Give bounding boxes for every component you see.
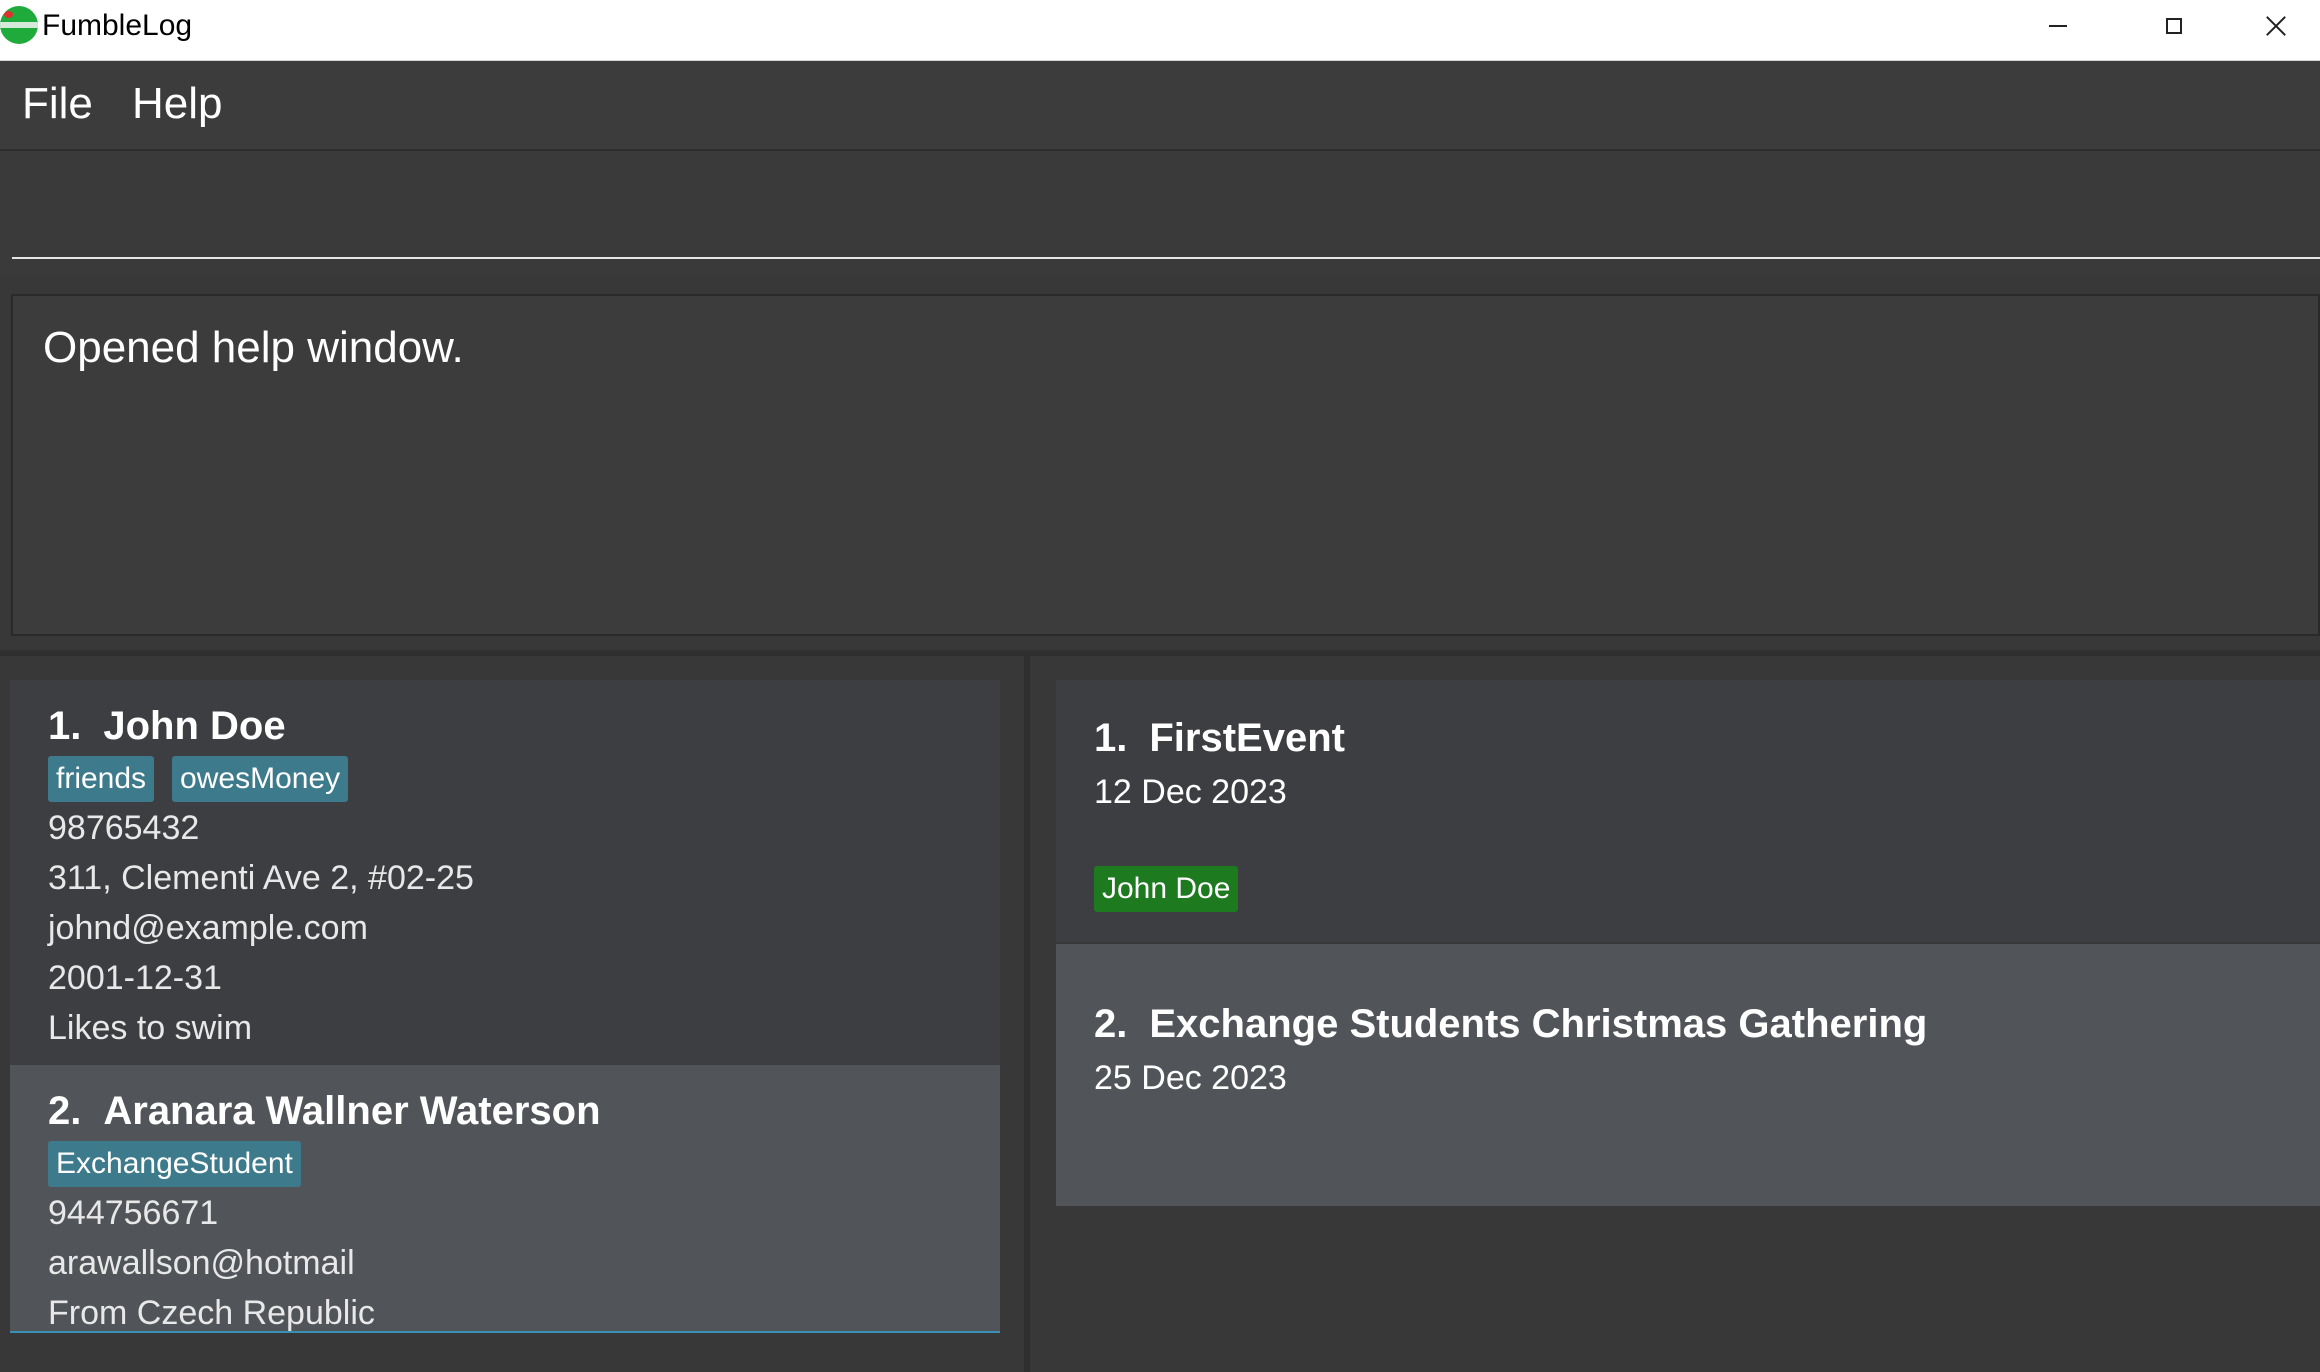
tag-friends: friends xyxy=(48,756,155,802)
person-tags: ExchangeStudent xyxy=(48,1141,301,1187)
person-list-panel[interactable]: 1. John Doe friends owesMoney 98765432 31… xyxy=(10,680,1000,1372)
person-name-text: Aranara Wallner Waterson xyxy=(103,1089,601,1133)
tag-exchange-student: ExchangeStudent xyxy=(48,1141,301,1187)
maximize-button[interactable] xyxy=(2116,0,2232,52)
person-remark: From Czech Republic xyxy=(48,1294,375,1332)
person-index: 1. xyxy=(48,704,82,748)
event-name-text: FirstEvent xyxy=(1149,716,1345,760)
person-card-selected[interactable]: 2. Aranara Wallner Waterson ExchangeStude… xyxy=(10,1065,1000,1333)
result-message: Opened help window. xyxy=(43,323,464,372)
tag-owes-money: owesMoney xyxy=(172,756,349,802)
event-card[interactable]: 2. Exchange Students Christmas Gathering … xyxy=(1056,944,2320,1206)
event-name-text: Exchange Students Christmas Gathering xyxy=(1149,1002,1928,1046)
event-persons: John Doe xyxy=(1094,866,1239,912)
horizontal-divider[interactable] xyxy=(0,650,2320,656)
menu-help[interactable]: Help xyxy=(132,79,223,129)
event-card[interactable]: 1. FirstEvent 12 Dec 2023 John Doe xyxy=(1056,680,2320,942)
command-box-container xyxy=(0,151,2320,277)
person-email: johnd@example.com xyxy=(48,909,368,947)
event-date: 25 Dec 2023 xyxy=(1094,1059,1287,1097)
person-address: 311, Clementi Ave 2, #02-25 xyxy=(48,859,474,897)
app-logo-icon xyxy=(0,6,38,44)
event-name: 2. Exchange Students Christmas Gathering xyxy=(1094,1000,1927,1048)
event-person-tag: John Doe xyxy=(1094,866,1239,912)
event-name: 1. FirstEvent xyxy=(1094,714,1345,762)
event-list-panel[interactable]: 1. FirstEvent 12 Dec 2023 John Doe 2. Exch… xyxy=(1056,680,2320,1372)
person-email: arawallson@hotmail xyxy=(48,1244,355,1282)
title-bar: FumbleLog xyxy=(0,0,2320,61)
result-display: Opened help window. xyxy=(11,294,2320,636)
person-phone: 98765432 xyxy=(48,809,200,847)
person-name-text: John Doe xyxy=(103,704,286,748)
split-pane-divider[interactable] xyxy=(1024,656,1030,1372)
person-index: 2. xyxy=(48,1089,82,1133)
minimize-icon xyxy=(2049,25,2067,27)
maximize-icon xyxy=(2166,18,2182,34)
event-index: 1. xyxy=(1094,716,1128,760)
menu-file[interactable]: File xyxy=(22,79,93,129)
person-card[interactable]: 1. John Doe friends owesMoney 98765432 31… xyxy=(10,680,1000,1065)
person-birthday: 2001-12-31 xyxy=(48,959,222,997)
close-icon xyxy=(2266,16,2286,36)
event-index: 2. xyxy=(1094,1002,1128,1046)
person-remark: Likes to swim xyxy=(48,1009,253,1047)
menu-bar: File Help xyxy=(0,61,2320,151)
person-name: 1. John Doe xyxy=(48,702,286,750)
window-title: FumbleLog xyxy=(42,9,193,42)
person-tags: friends owesMoney xyxy=(48,756,349,802)
command-input[interactable] xyxy=(12,173,2320,259)
event-date: 12 Dec 2023 xyxy=(1094,773,1287,811)
selection-highlight xyxy=(10,1331,1000,1333)
close-button[interactable] xyxy=(2232,0,2320,52)
person-name: 2. Aranara Wallner Waterson xyxy=(48,1087,601,1135)
minimize-button[interactable] xyxy=(2000,0,2116,52)
person-phone: 944756671 xyxy=(48,1194,219,1232)
